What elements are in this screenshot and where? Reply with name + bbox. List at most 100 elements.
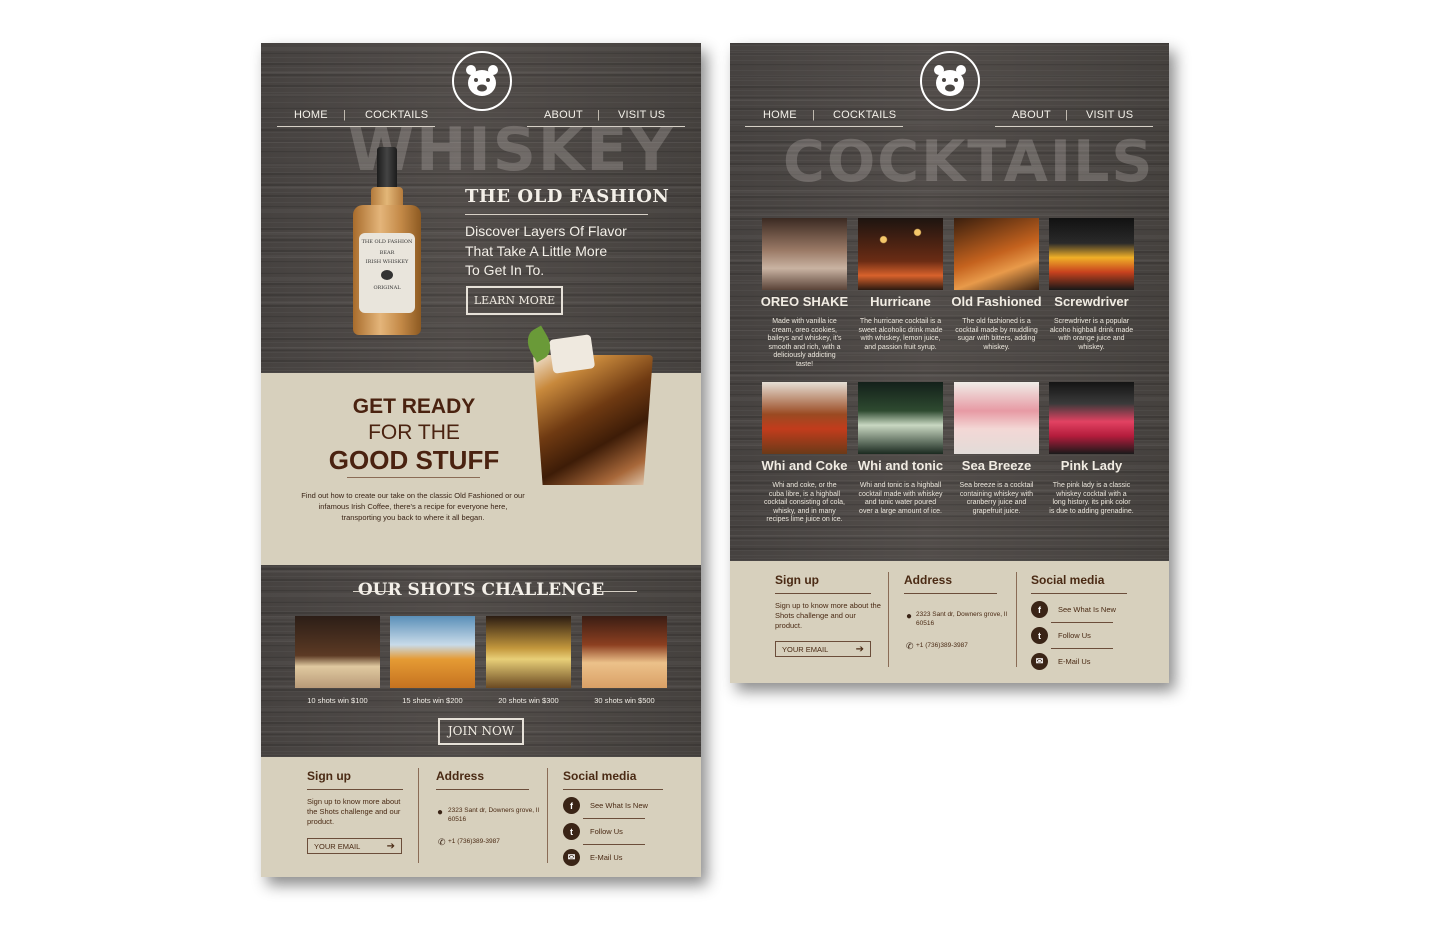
ready-divider bbox=[347, 477, 480, 478]
social-twitter[interactable]: t Follow Us bbox=[1031, 627, 1091, 644]
cocktail-photo-old-fashioned[interactable] bbox=[954, 218, 1039, 290]
social-facebook[interactable]: f See What Is New bbox=[563, 797, 648, 814]
social-title: Social media bbox=[563, 769, 637, 783]
nav-home[interactable]: HOME bbox=[763, 109, 797, 121]
shot-photo[interactable] bbox=[582, 616, 667, 688]
social-label: Follow Us bbox=[590, 827, 623, 836]
learn-more-button[interactable]: LEARN MORE bbox=[466, 286, 563, 315]
cocktail-name: Sea Breeze bbox=[961, 458, 1032, 473]
cocktail-photo-whi-and-tonic[interactable] bbox=[858, 382, 943, 454]
brand-logo[interactable] bbox=[452, 51, 512, 111]
social-label: See What Is New bbox=[590, 801, 648, 810]
cocktail-desc: The pink lady is a classic whiskey cockt… bbox=[1049, 482, 1134, 515]
cocktail-name: Whi and tonic bbox=[857, 458, 944, 473]
ready-heading-line: GET READY bbox=[352, 395, 476, 418]
hero-subtitle: Discover Layers Of Flavor That Take A Li… bbox=[465, 222, 627, 281]
shots-section: OUR SHOTS CHALLENGE 10 shots win $100 15… bbox=[261, 565, 701, 757]
email-page-cocktails: HOME | COCKTAILS ABOUT | VISIT US COCKTA… bbox=[730, 43, 1169, 683]
nav-separator: | bbox=[812, 109, 815, 121]
address-text: 2323 Sant dr, Downers grove, Il 60516 bbox=[916, 611, 1008, 627]
cocktail-photo-whi-and-coke[interactable] bbox=[762, 382, 847, 454]
address-text: 2323 Sant dr, Downers grove, Il 60516 bbox=[448, 807, 540, 823]
cocktail-name: Hurricane bbox=[870, 294, 931, 309]
phone-text[interactable]: +1 (736)389-3987 bbox=[916, 641, 968, 651]
email-page-whiskey: HOME | COCKTAILS ABOUT | VISIT US WHISKE… bbox=[261, 43, 701, 877]
nav-visit-us[interactable]: VISIT US bbox=[1086, 109, 1133, 121]
email-input[interactable]: YOUR EMAIL ➔ bbox=[307, 838, 402, 854]
cocktails-section: HOME | COCKTAILS ABOUT | VISIT US COCKTA… bbox=[730, 43, 1169, 561]
bear-icon bbox=[934, 65, 966, 96]
join-now-button[interactable]: JOIN NOW bbox=[438, 718, 524, 745]
social-facebook[interactable]: f See What Is New bbox=[1031, 601, 1116, 618]
shot-photo[interactable] bbox=[295, 616, 380, 688]
arrow-right-icon[interactable]: ➔ bbox=[856, 644, 864, 655]
facebook-icon: f bbox=[563, 797, 580, 814]
ghost-title: COCKTAILS bbox=[783, 129, 1155, 195]
ready-heading-line: GOOD STUFF bbox=[328, 445, 500, 475]
signup-rule bbox=[307, 789, 403, 790]
phone-text[interactable]: +1 (736)389-3987 bbox=[448, 837, 500, 847]
address-title: Address bbox=[904, 573, 953, 587]
social-item-rule bbox=[1051, 622, 1113, 623]
shot-caption: 10 shots win $100 bbox=[307, 696, 368, 705]
social-label: See What Is New bbox=[1058, 605, 1116, 614]
social-rule bbox=[563, 789, 663, 790]
hero-title: THE OLD FASHION bbox=[465, 186, 670, 207]
nav-home[interactable]: HOME bbox=[294, 109, 328, 121]
footer-divider bbox=[1016, 572, 1017, 667]
cocktail-desc: The old fashioned is a cocktail made by … bbox=[955, 318, 1038, 351]
signup-text: Sign up to know more about the Shots cha… bbox=[307, 797, 401, 826]
social-email[interactable]: ✉ E-Mail Us bbox=[1031, 653, 1091, 670]
shots-title-rule-right bbox=[597, 591, 637, 592]
cocktail-desc: Whi and tonic is a highball cocktail mad… bbox=[858, 482, 943, 515]
footer: Sign up Sign up to know more about the S… bbox=[261, 757, 701, 877]
hero-subtitle-line: Discover Layers Of Flavor bbox=[465, 223, 627, 239]
cocktail-name: Screwdriver bbox=[1054, 294, 1129, 309]
mail-icon: ✉ bbox=[1031, 653, 1048, 670]
brand-logo[interactable] bbox=[920, 51, 980, 111]
cocktail-photo-hurricane[interactable] bbox=[858, 218, 943, 290]
bear-icon bbox=[466, 65, 498, 96]
cocktail-desc: Made with vanilla ice cream, oreo cookie… bbox=[767, 318, 842, 368]
hero-title-underline bbox=[465, 214, 648, 215]
email-input[interactable]: YOUR EMAIL ➔ bbox=[775, 641, 871, 657]
social-item-rule bbox=[583, 818, 645, 819]
footer: Sign up Sign up to know more about the S… bbox=[730, 561, 1169, 683]
cocktail-name: Pink Lady bbox=[1060, 458, 1123, 473]
facebook-icon: f bbox=[1031, 601, 1048, 618]
address-rule bbox=[436, 789, 529, 790]
twitter-icon: t bbox=[1031, 627, 1048, 644]
cocktail-photo-screwdriver[interactable] bbox=[1049, 218, 1134, 290]
cocktail-photo-pink-lady[interactable] bbox=[1049, 382, 1134, 454]
shot-photo[interactable] bbox=[390, 616, 475, 688]
signup-title: Sign up bbox=[775, 573, 819, 587]
shot-photo[interactable] bbox=[486, 616, 571, 688]
cocktail-desc: Sea breeze is a cocktail containing whis… bbox=[959, 482, 1034, 515]
hero-subtitle-line: To Get In To. bbox=[465, 262, 545, 278]
cocktail-name: Old Fashioned bbox=[951, 294, 1042, 309]
arrow-right-icon[interactable]: ➔ bbox=[387, 841, 395, 852]
nav-separator: | bbox=[343, 109, 346, 121]
nav-underline-right bbox=[995, 126, 1153, 127]
bottle-label: THE OLD FASHION bbox=[361, 239, 413, 245]
address-title: Address bbox=[436, 769, 485, 783]
shot-caption: 30 shots win $500 bbox=[594, 696, 655, 705]
ready-heading-line: FOR THE bbox=[368, 421, 460, 444]
nav-about[interactable]: ABOUT bbox=[1012, 109, 1051, 121]
ready-heading: GET READY FOR THE GOOD STUFF bbox=[321, 395, 507, 476]
signup-rule bbox=[775, 593, 871, 594]
nav-cocktails[interactable]: COCKTAILS bbox=[833, 109, 896, 121]
nav-separator: | bbox=[1065, 109, 1068, 121]
whiskey-bottle-image: THE OLD FASHION BEAR IRISH WHISKEY ORIGI… bbox=[351, 147, 423, 337]
cocktail-photo-sea-breeze[interactable] bbox=[954, 382, 1039, 454]
bottle-label: IRISH WHISKEY bbox=[365, 259, 409, 265]
social-title: Social media bbox=[1031, 573, 1105, 587]
phone-icon: ✆ bbox=[906, 641, 914, 651]
cocktail-photo-oreo-shake[interactable] bbox=[762, 218, 847, 290]
footer-divider bbox=[418, 768, 419, 863]
social-email[interactable]: ✉ E-Mail Us bbox=[563, 849, 623, 866]
mail-icon: ✉ bbox=[563, 849, 580, 866]
social-label: E-Mail Us bbox=[1058, 657, 1091, 666]
hero-section: HOME | COCKTAILS ABOUT | VISIT US WHISKE… bbox=[261, 43, 701, 373]
social-twitter[interactable]: t Follow Us bbox=[563, 823, 623, 840]
